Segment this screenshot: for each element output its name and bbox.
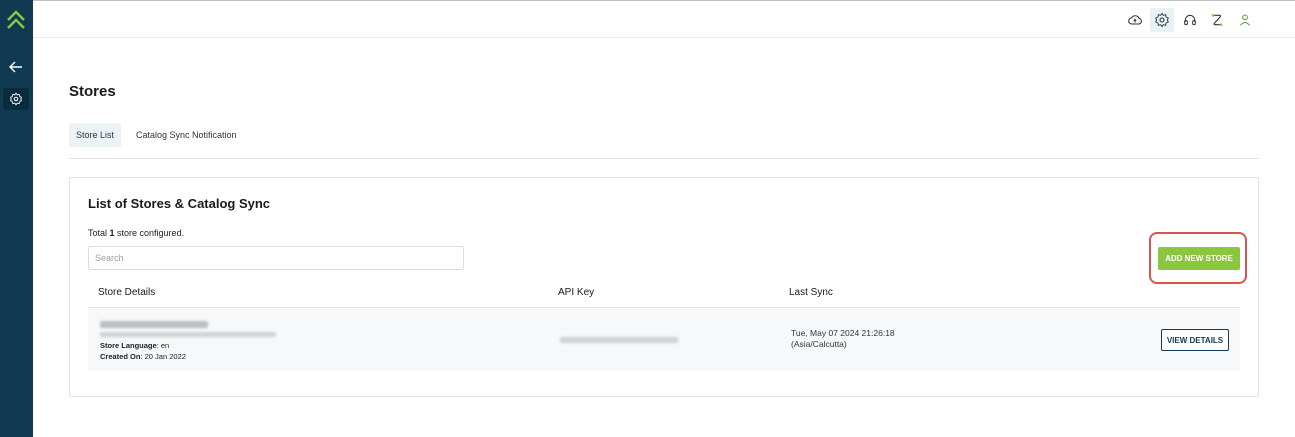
top-bar bbox=[33, 0, 1295, 38]
last-sync-timezone: (Asia/Calcutta) bbox=[791, 339, 847, 349]
store-url-redacted bbox=[100, 332, 276, 337]
store-language: Store Language: en bbox=[100, 341, 169, 350]
column-api-key: API Key bbox=[558, 287, 595, 298]
headset-icon[interactable] bbox=[1178, 8, 1202, 32]
card-title: List of Stores & Catalog Sync bbox=[88, 196, 271, 211]
column-store-details: Store Details bbox=[98, 287, 156, 298]
add-new-store-button[interactable]: ADD NEW STORE bbox=[1158, 247, 1240, 270]
column-last-sync: Last Sync bbox=[789, 287, 833, 298]
route-icon[interactable] bbox=[1205, 8, 1229, 32]
api-key-redacted bbox=[560, 337, 678, 343]
view-details-button[interactable]: VIEW DETAILS bbox=[1161, 329, 1229, 351]
total-suffix: store configured. bbox=[114, 228, 185, 238]
store-count-text: Total 1 store configured. bbox=[88, 228, 184, 238]
search-input[interactable] bbox=[88, 246, 464, 270]
gear-icon[interactable] bbox=[1150, 8, 1174, 32]
total-prefix: Total bbox=[88, 228, 110, 238]
user-icon[interactable] bbox=[1233, 8, 1257, 32]
created-on-value: : 20 Jan 2022 bbox=[140, 352, 186, 361]
last-sync-value: Tue, May 07 2024 21:26:18 (Asia/Calcutta… bbox=[791, 328, 895, 350]
tab-catalog-sync-notification[interactable]: Catalog Sync Notification bbox=[129, 123, 244, 147]
tab-bar: Store List Catalog Sync Notification bbox=[69, 123, 1259, 159]
created-on: Created On: 20 Jan 2022 bbox=[100, 352, 186, 361]
page-title: Stores bbox=[69, 83, 116, 100]
table-row: Store Language: en Created On: 20 Jan 20… bbox=[88, 309, 1240, 371]
settings-icon[interactable] bbox=[3, 88, 29, 110]
store-language-label: Store Language bbox=[100, 341, 157, 350]
store-language-value: : en bbox=[156, 341, 170, 350]
store-name-redacted bbox=[100, 321, 208, 328]
cloud-icon[interactable] bbox=[1123, 8, 1147, 32]
table-header: Store Details API Key Last Sync bbox=[88, 278, 1240, 308]
sidebar bbox=[0, 0, 33, 437]
logo-icon[interactable] bbox=[5, 9, 27, 31]
tab-store-list[interactable]: Store List bbox=[69, 123, 122, 147]
back-arrow-icon[interactable] bbox=[6, 59, 26, 75]
created-on-label: Created On bbox=[100, 352, 141, 361]
stores-card: List of Stores & Catalog Sync Total 1 st… bbox=[69, 177, 1259, 397]
last-sync-datetime: Tue, May 07 2024 21:26:18 bbox=[791, 328, 895, 338]
